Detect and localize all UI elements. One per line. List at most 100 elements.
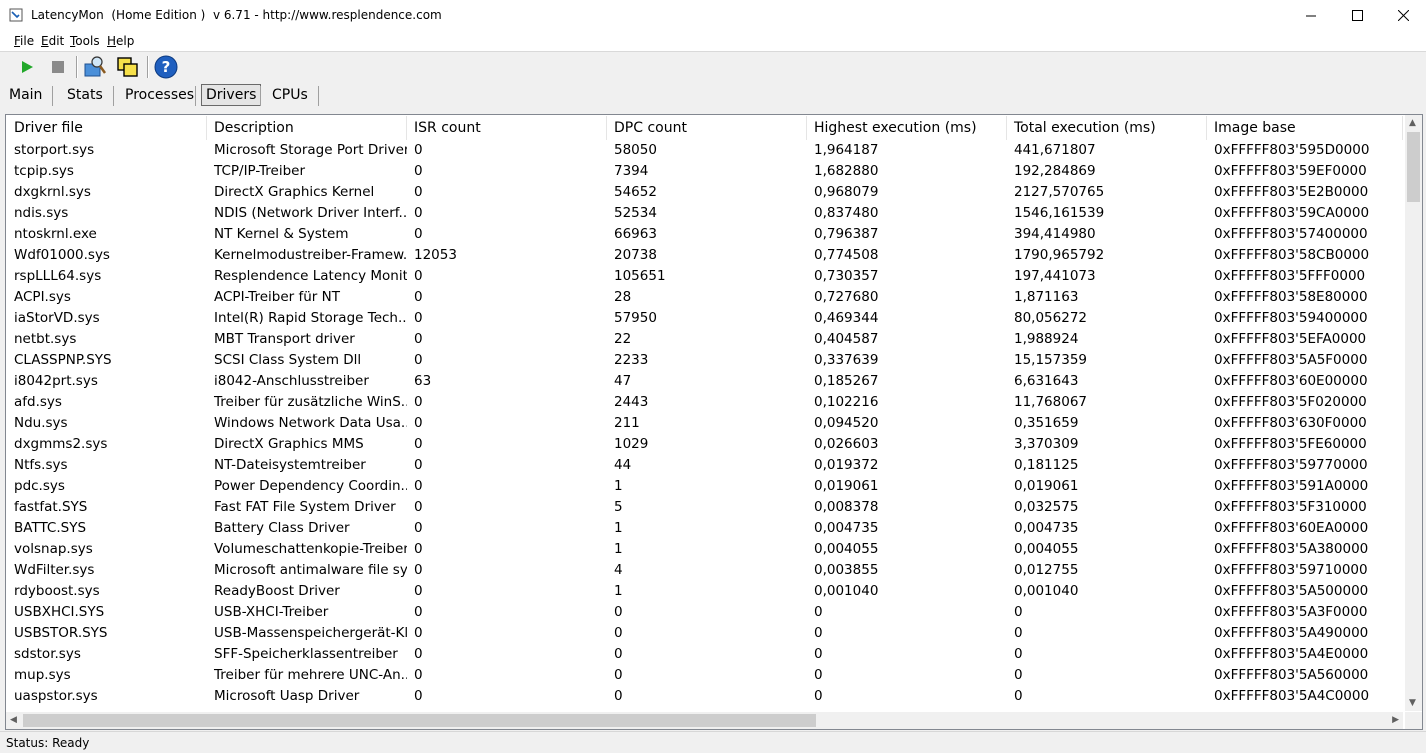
cell-driver-file: sdstor.sys: [14, 646, 81, 662]
cell-isr-count: 0: [414, 688, 423, 704]
tab-main[interactable]: Main: [5, 85, 46, 105]
menu-tools[interactable]: Tools: [70, 34, 100, 48]
cell-isr-count: 0: [414, 562, 423, 578]
scrollbar-corner: [1405, 712, 1422, 729]
help-button[interactable]: ?: [153, 54, 179, 80]
cell-isr-count: 0: [414, 541, 423, 557]
table-row[interactable]: ndis.sys NDIS (Network Driver Interf... 0 5…: [7, 203, 1407, 224]
tab-stats[interactable]: Stats: [63, 85, 107, 105]
table-row[interactable]: uaspstor.sys Microsoft Uasp Driver 0 0 0 0 0xF…: [7, 686, 1407, 707]
horizontal-scrollbar[interactable]: ◀ ▶: [6, 712, 1403, 729]
cell-isr-count: 0: [414, 436, 423, 452]
cell-driver-file: CLASSPNP.SYS: [14, 352, 112, 368]
table-row[interactable]: netbt.sys MBT Transport driver 0 22 0,404587…: [7, 329, 1407, 350]
table-row[interactable]: USBSTOR.SYS USB-Massenspeichergerät-Kl...…: [7, 623, 1407, 644]
cell-highest-execution: 0,730357: [814, 268, 879, 284]
toolbar-separator: [147, 56, 149, 78]
cell-isr-count: 0: [414, 457, 423, 473]
cell-isr-count: 0: [414, 268, 423, 284]
cell-total-execution: 0,181125: [1014, 457, 1079, 473]
windows-button[interactable]: [115, 54, 141, 80]
menu-file[interactable]: File: [14, 34, 34, 48]
table-row[interactable]: Ndu.sys Windows Network Data Usa... 0 211 0,…: [7, 413, 1407, 434]
cell-image-base: 0xFFFFF803'630F0000: [1214, 415, 1367, 431]
table-row[interactable]: Wdf01000.sys Kernelmodustreiber-Framew...…: [7, 245, 1407, 266]
maximize-button[interactable]: [1334, 0, 1380, 31]
menu-help[interactable]: Help: [107, 34, 134, 48]
cell-total-execution: 0,351659: [1014, 415, 1079, 431]
table-row[interactable]: volsnap.sys Volumeschattenkopie-Treiber 0 1…: [7, 539, 1407, 560]
cell-highest-execution: 0,469344: [814, 310, 879, 326]
cell-image-base: 0xFFFFF803'57400000: [1214, 226, 1368, 242]
cell-total-execution: 0: [1014, 604, 1023, 620]
table-row[interactable]: rdyboost.sys ReadyBoost Driver 0 1 0,001040 0…: [7, 581, 1407, 602]
cell-driver-file: uaspstor.sys: [14, 688, 98, 704]
column-header-image-base[interactable]: Image base: [1207, 116, 1403, 140]
cell-dpc-count: 1029: [614, 436, 649, 452]
cell-total-execution: 0,032575: [1014, 499, 1079, 515]
cell-total-execution: 3,370309: [1014, 436, 1079, 452]
table-row[interactable]: USBXHCI.SYS USB-XHCI-Treiber 0 0 0 0 0xFFFFF80…: [7, 602, 1407, 623]
table-row[interactable]: WdFilter.sys Microsoft antimalware file s…: [7, 560, 1407, 581]
menu-edit[interactable]: Edit: [41, 34, 64, 48]
start-button[interactable]: [14, 54, 40, 80]
tab-separator: [52, 86, 53, 106]
minimize-button[interactable]: [1288, 0, 1334, 31]
tab-cpus[interactable]: CPUs: [268, 85, 312, 105]
table-row[interactable]: pdc.sys Power Dependency Coordin... 0 1 0,01…: [7, 476, 1407, 497]
table-row[interactable]: afd.sys Treiber für zusätzliche WinS... 0 2…: [7, 392, 1407, 413]
column-header-highest-execution[interactable]: Highest execution (ms): [807, 116, 1007, 140]
scroll-down-icon[interactable]: ▼: [1409, 698, 1416, 708]
scroll-up-icon[interactable]: ▲: [1409, 118, 1416, 128]
cell-highest-execution: 0,837480: [814, 205, 879, 221]
table-row[interactable]: storport.sys Microsoft Storage Port Drive…: [7, 140, 1407, 161]
stop-button[interactable]: [45, 54, 71, 80]
table-row[interactable]: iaStorVD.sys Intel(R) Rapid Storage Tech.…: [7, 308, 1407, 329]
column-header-total-execution[interactable]: Total execution (ms): [1007, 116, 1207, 140]
cell-highest-execution: 0,094520: [814, 415, 879, 431]
table-row[interactable]: rspLLL64.sys Resplendence Latency Monit..…: [7, 266, 1407, 287]
table-rows: storport.sys Microsoft Storage Port Drive…: [7, 140, 1407, 707]
column-header-driver-file[interactable]: Driver file: [7, 116, 207, 140]
cell-description: Windows Network Data Usa...: [214, 415, 407, 431]
cell-driver-file: mup.sys: [14, 667, 71, 683]
cell-total-execution: 441,671807: [1014, 142, 1096, 158]
table-row[interactable]: Ntfs.sys NT-Dateisystemtreiber 0 44 0,019372…: [7, 455, 1407, 476]
cell-description: NDIS (Network Driver Interf...: [214, 205, 407, 221]
table-row[interactable]: sdstor.sys SFF-Speicherklassentreiber 0 0 0 0…: [7, 644, 1407, 665]
analyzer-button[interactable]: [82, 54, 108, 80]
table-row[interactable]: tcpip.sys TCP/IP-Treiber 0 7394 1,682880 192,…: [7, 161, 1407, 182]
table-row[interactable]: BATTC.SYS Battery Class Driver 0 1 0,004735 0…: [7, 518, 1407, 539]
cell-description: SCSI Class System Dll: [214, 352, 362, 368]
tab-drivers[interactable]: Drivers: [201, 84, 262, 106]
table-row[interactable]: dxgkrnl.sys DirectX Graphics Kernel 0 54652…: [7, 182, 1407, 203]
table-row[interactable]: ntoskrnl.exe NT Kernel & System 0 66963 0,79…: [7, 224, 1407, 245]
cell-driver-file: pdc.sys: [14, 478, 65, 494]
column-header-description[interactable]: Description: [207, 116, 407, 140]
column-header-row: Driver file Description ISR count DPC count…: [7, 116, 1407, 140]
cell-driver-file: rdyboost.sys: [14, 583, 100, 599]
cell-isr-count: 0: [414, 331, 423, 347]
scroll-left-icon[interactable]: ◀: [10, 715, 17, 725]
drivers-list[interactable]: Driver file Description ISR count DPC count…: [5, 114, 1423, 730]
table-row[interactable]: CLASSPNP.SYS SCSI Class System Dll 0 2233 0,…: [7, 350, 1407, 371]
vertical-scrollbar[interactable]: ▲ ▼: [1405, 115, 1422, 711]
cell-isr-count: 12053: [414, 247, 457, 263]
scroll-right-icon[interactable]: ▶: [1392, 715, 1399, 725]
table-row[interactable]: mup.sys Treiber für mehrere UNC-An... 0 0 0 0…: [7, 665, 1407, 686]
table-row[interactable]: dxgmms2.sys DirectX Graphics MMS 0 1029 0,02…: [7, 434, 1407, 455]
cell-highest-execution: 1,682880: [814, 163, 879, 179]
cell-isr-count: 0: [414, 583, 423, 599]
column-header-dpc-count[interactable]: DPC count: [607, 116, 807, 140]
table-row[interactable]: ACPI.sys ACPI-Treiber für NT 0 28 0,727680 1,…: [7, 287, 1407, 308]
tab-processes[interactable]: Processes: [121, 85, 198, 105]
table-row[interactable]: fastfat.SYS Fast FAT File System Driver 0 5…: [7, 497, 1407, 518]
cell-dpc-count: 0: [614, 625, 623, 641]
horizontal-scroll-thumb[interactable]: [23, 714, 816, 727]
cell-total-execution: 0,019061: [1014, 478, 1079, 494]
column-header-isr-count[interactable]: ISR count: [407, 116, 607, 140]
vertical-scroll-thumb[interactable]: [1407, 132, 1420, 202]
cell-dpc-count: 0: [614, 604, 623, 620]
close-button[interactable]: [1380, 0, 1426, 31]
table-row[interactable]: i8042prt.sys i8042-Anschlusstreiber 63 47 0,…: [7, 371, 1407, 392]
